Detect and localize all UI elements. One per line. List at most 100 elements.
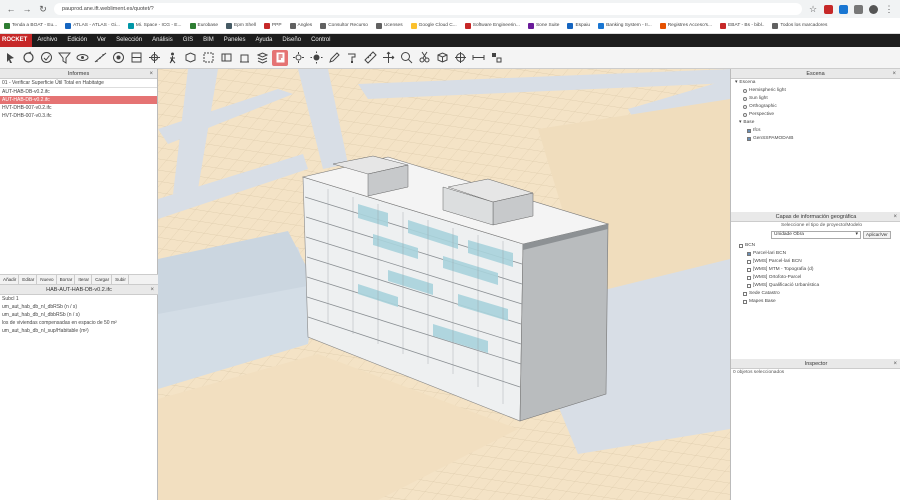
walk-tool-icon[interactable] (164, 50, 180, 66)
layer-item[interactable]: Sede Catastro (739, 290, 900, 298)
checkbox-icon[interactable] (747, 268, 751, 272)
report-action-button[interactable]: Editar (20, 275, 38, 284)
close-icon[interactable]: × (893, 359, 897, 369)
checkbox-icon[interactable] (743, 292, 747, 296)
layer-item[interactable]: [WMS] Parcel-lari BCN (739, 258, 900, 266)
radio-icon[interactable] (743, 113, 747, 117)
rotate-tool-icon[interactable] (20, 50, 36, 66)
scene-tree-item[interactable]: Orthographic (735, 103, 900, 111)
scene-tree-item[interactable]: ▾ Escena (735, 79, 900, 87)
checkbox-icon[interactable] (747, 260, 751, 264)
bookmark-item[interactable]: Todos los marcadores (772, 22, 827, 29)
extension-icon[interactable] (824, 4, 833, 14)
menu-item[interactable]: Ver (92, 34, 111, 47)
scene-tree-item[interactable]: Perspective (735, 111, 900, 119)
filter-tool-icon[interactable] (56, 50, 72, 66)
profile-avatar[interactable] (869, 4, 878, 14)
elevation-tool-icon[interactable] (236, 50, 252, 66)
report-action-button[interactable]: Nuevo (38, 275, 57, 284)
report-action-button[interactable]: Borrar (58, 275, 76, 284)
report-action-button[interactable]: Cargar (93, 275, 113, 284)
extension-icon[interactable] (839, 4, 848, 14)
forward-icon[interactable]: → (22, 4, 32, 14)
menu-icon[interactable]: ⋮ (884, 4, 894, 14)
bookmark-item[interactable]: Tenda a BOAT - Eu... (4, 22, 57, 29)
section-tool-icon[interactable] (128, 50, 144, 66)
expand-icon[interactable]: ▾ (739, 119, 741, 127)
bookmark-item[interactable]: PPP (263, 22, 282, 29)
close-icon[interactable]: × (150, 285, 154, 295)
clip-tool-icon[interactable] (200, 50, 216, 66)
menu-item[interactable]: Paneles (219, 34, 251, 47)
layer-tool-icon[interactable] (254, 50, 270, 66)
distance-tool-icon[interactable] (470, 50, 486, 66)
radio-icon[interactable] (743, 89, 747, 93)
menu-item[interactable]: Ayuda (250, 34, 277, 47)
pencil-tool-icon[interactable] (326, 50, 342, 66)
close-icon[interactable]: × (893, 212, 897, 222)
scene-tree-item[interactable]: GenSSPAMODAIB (735, 135, 900, 143)
sun-tool-icon[interactable] (308, 50, 324, 66)
checkbox-icon[interactable] (747, 276, 751, 280)
menu-item[interactable]: BIM (198, 34, 219, 47)
snap-tool-icon[interactable] (488, 50, 504, 66)
report-action-button[interactable]: Añadir (1, 275, 20, 284)
file-list-item[interactable]: AUT-HAB-DB-v0.2.ifc (0, 96, 157, 104)
scene-tree-item[interactable]: Hemispheric light (735, 87, 900, 95)
menu-item[interactable]: Control (306, 34, 335, 47)
report-select[interactable]: 01 - Verificar Superficie Útil Total en … (0, 79, 157, 88)
radio-icon[interactable] (743, 97, 747, 101)
apply-button[interactable]: Aplicar/Ver (863, 231, 891, 239)
close-icon[interactable]: × (149, 69, 153, 79)
layer-item[interactable]: BCN (739, 242, 900, 250)
box-tool-icon[interactable] (182, 50, 198, 66)
menu-item[interactable]: Selección (111, 34, 147, 47)
report-tool-icon[interactable] (272, 49, 288, 66)
menu-item[interactable]: Edición (62, 34, 92, 47)
measure-tool-icon[interactable] (92, 50, 108, 66)
check-tool-icon[interactable] (38, 50, 54, 66)
bookmark-item[interactable]: Consultor Recurso (320, 22, 368, 29)
checkbox-icon[interactable] (747, 252, 751, 256)
menu-item[interactable]: GIS (178, 34, 198, 47)
move-tool-icon[interactable] (380, 50, 396, 66)
star-icon[interactable]: ☆ (808, 4, 818, 14)
project-type-select[interactable]: Unidade Obra (771, 231, 861, 239)
bookmark-item[interactable]: Ucenses (375, 22, 403, 29)
bookmark-item[interactable]: Mi. Space - ICG - E... (127, 22, 182, 29)
reload-icon[interactable]: ↻ (38, 4, 48, 14)
cut-tool-icon[interactable] (416, 50, 432, 66)
expand-icon[interactable]: ▾ (735, 79, 737, 87)
file-list-item[interactable]: AUT-HAB-DB-v0.2.ifc (0, 88, 157, 96)
layer-item[interactable]: Mapes Base (739, 298, 900, 306)
layer-item[interactable]: Parcel-lari BCN (739, 250, 900, 258)
cube-tool-icon[interactable] (434, 50, 450, 66)
paint-tool-icon[interactable] (344, 50, 360, 66)
menu-item[interactable]: Diseño (277, 34, 306, 47)
report-action-button[interactable]: Iterar (76, 275, 93, 284)
zoom-tool-icon[interactable] (398, 50, 414, 66)
layer-item[interactable]: [WMS] MTM - Topografia (d) (739, 266, 900, 274)
crosshair-tool-icon[interactable] (452, 50, 468, 66)
file-list-item[interactable]: HVT-DHB-007-v0.3.ifc (0, 112, 157, 120)
extension-icon[interactable] (854, 4, 863, 14)
bookmark-item[interactable]: Banking System - II... (598, 22, 652, 29)
scene-tree-item[interactable]: Ifcs (735, 127, 900, 135)
url-input[interactable]: pauprod.ane.ift.webliment.es/quotet/? (54, 3, 802, 15)
bookmark-item[interactable]: EBAT - Bs - bibl.. (720, 22, 764, 29)
bookmark-item[interactable]: Eurobase (189, 22, 218, 29)
checkbox-icon[interactable] (747, 284, 751, 288)
checkbox-icon[interactable] (747, 137, 751, 141)
navigate-tool-icon[interactable] (146, 50, 162, 66)
bookmark-item[interactable]: Registres Acceso's... (659, 22, 712, 29)
bookmark-item[interactable]: Espaiu (567, 22, 590, 29)
report-action-button[interactable]: Subir (113, 275, 129, 284)
close-icon[interactable]: × (892, 69, 896, 79)
layer-item[interactable]: [WMS] Qualificació Urbanística (739, 282, 900, 290)
point-tool-icon[interactable] (110, 50, 126, 66)
menu-item[interactable]: Análisis (147, 34, 178, 47)
plan-tool-icon[interactable] (218, 50, 234, 66)
bookmark-item[interactable]: Epm Shell (226, 22, 256, 29)
file-list-item[interactable]: HVT-DHB-007-v0.2.ifc (0, 104, 157, 112)
bookmark-item[interactable]: Software Engineerin... (464, 22, 520, 29)
